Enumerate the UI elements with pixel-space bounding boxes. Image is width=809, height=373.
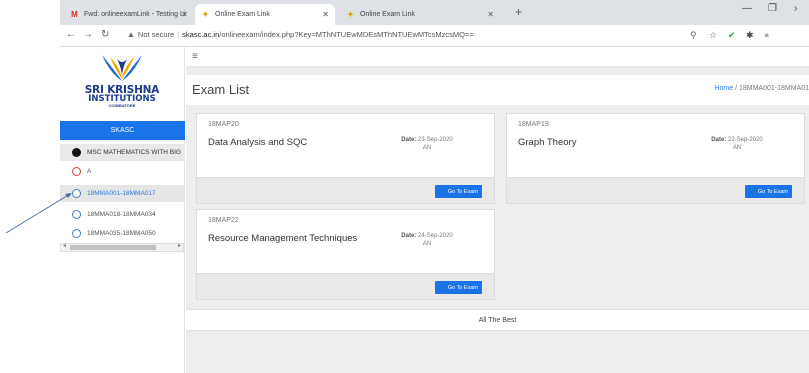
card-footer: 👤 Go To Exam: [197, 273, 494, 299]
new-tab-icon[interactable]: +: [515, 5, 522, 19]
tab-title: Online Exam Link: [360, 11, 415, 18]
button-label: Go To Exam: [447, 284, 478, 291]
exam-card: 18MAP19 Graph Theory Date: 22-Sep-2020 A…: [506, 113, 805, 204]
option-label: 18MMA018-18MMA034: [87, 211, 156, 218]
breadcrumb-home-link[interactable]: Home: [714, 85, 733, 92]
srikrishna-favicon: ✦: [347, 10, 354, 19]
institution-logo: SRI KRISHNA INSTITUTIONS COIMBATORE: [82, 53, 162, 108]
option-item-batch-3[interactable]: 18MMA035-18MMA050: [60, 225, 185, 242]
srikrishna-favicon: ✦: [202, 10, 209, 19]
session-value: AN: [422, 145, 432, 151]
radio-icon: [72, 167, 81, 176]
extensions-icon[interactable]: ✱: [746, 30, 754, 41]
close-tab-icon[interactable]: ✕: [322, 10, 329, 19]
exam-date: Date: 24-Sep-2020 AN: [387, 232, 467, 248]
exam-name: Data Analysis and SQC: [208, 137, 308, 148]
exam-card: 18MAP20 Data Analysis and SQC Date: 23-S…: [196, 113, 495, 204]
radio-icon: [72, 210, 81, 219]
close-tab-icon[interactable]: ✕: [487, 10, 494, 19]
minimize-icon[interactable]: —: [742, 3, 752, 14]
date-label: Date:: [401, 233, 417, 239]
breadcrumb-current: 18MMA001-18MMA01: [738, 85, 809, 92]
exam-date: Date: 23-Sep-2020 AN: [387, 136, 467, 152]
go-to-exam-button[interactable]: 👤 Go To Exam: [435, 185, 482, 198]
scroll-left-icon[interactable]: ◂: [63, 242, 66, 249]
button-label: Go To Exam: [757, 188, 788, 195]
user-icon: 👤: [749, 189, 757, 195]
option-label: A: [87, 168, 92, 175]
url-field[interactable]: ▲ Not secure | skasc.ac.in/onlineexam/index…: [127, 30, 474, 39]
exam-date: Date: 22-Sep-2020 AN: [697, 136, 777, 152]
go-to-exam-button[interactable]: 👤 Go To Exam: [435, 281, 482, 294]
main-content: ≡ Exam List Home / 18MMA001-18MMA01 18MA…: [186, 47, 809, 373]
not-secure-label: Not secure: [137, 30, 175, 39]
sidebar-horizontal-scrollbar[interactable]: ◂ ▸: [60, 243, 184, 252]
exam-code: 18MAP19: [518, 121, 549, 128]
session-value: AN: [732, 145, 742, 151]
radio-icon: [72, 229, 81, 238]
sidebar: SRI KRISHNA INSTITUTIONS COIMBATORE SKAS…: [60, 47, 185, 373]
zoom-icon[interactable]: ⚲: [690, 30, 697, 41]
exam-card: 18MAP22 Resource Management Techniques D…: [196, 209, 495, 300]
scrollbar-thumb[interactable]: [70, 245, 156, 250]
exam-name: Resource Management Techniques: [208, 233, 358, 244]
hamburger-menu-icon[interactable]: ≡: [192, 51, 198, 62]
browser-tab-exam[interactable]: ✦ Online Exam Link ✕: [340, 4, 500, 25]
forward-icon[interactable]: →: [83, 29, 93, 40]
date-value: 22-Sep-2020: [727, 137, 763, 143]
exam-code: 18MAP22: [208, 217, 239, 224]
check-extension-icon[interactable]: ✔: [728, 30, 736, 41]
logo-emblem-icon: [102, 55, 142, 81]
page-title: Exam List: [192, 82, 250, 97]
session-value: AN: [422, 241, 432, 247]
date-value: 24-Sep-2020: [417, 233, 453, 239]
gmail-icon: M: [71, 10, 78, 19]
reload-icon[interactable]: ↻: [101, 29, 109, 40]
option-item-a[interactable]: A: [60, 163, 185, 180]
date-value: 23-Sep-2020: [417, 137, 453, 143]
date-label: Date:: [711, 137, 727, 143]
browser-tab-gmail[interactable]: M Fwd: onlineexamLink - Testing Li ✕: [64, 4, 194, 25]
browser-tab-exam-active[interactable]: ✦ Online Exam Link ✕: [195, 4, 335, 25]
tab-title: Fwd: onlineexamLink - Testing Li: [84, 11, 186, 18]
restore-icon[interactable]: ❐: [768, 3, 777, 14]
card-footer: 👤 Go To Exam: [507, 177, 804, 203]
chevron-right-icon[interactable]: ›: [794, 3, 797, 14]
tab-title: Online Exam Link: [215, 11, 270, 18]
go-to-exam-button[interactable]: 👤 Go To Exam: [745, 185, 792, 198]
star-icon[interactable]: ☆: [709, 30, 717, 41]
profile-avatar-icon[interactable]: ●: [764, 30, 769, 40]
warning-icon: ▲: [127, 30, 135, 39]
department-item[interactable]: MSC MATHEMATICS WITH BIG: [60, 144, 185, 161]
back-icon[interactable]: ←: [66, 29, 76, 40]
date-label: Date:: [401, 137, 417, 143]
user-icon: 👤: [439, 285, 447, 291]
breadcrumb: Home / 18MMA001-18MMA01: [714, 85, 809, 92]
url-host: skasc.ac.in: [182, 30, 220, 39]
radio-icon: [72, 189, 81, 198]
close-tab-icon[interactable]: ✕: [181, 10, 188, 19]
card-footer: 👤 Go To Exam: [197, 177, 494, 203]
scroll-right-icon[interactable]: ▸: [178, 242, 181, 249]
user-icon: 👤: [439, 189, 447, 195]
browser-tab-strip: M Fwd: onlineexamLink - Testing Li ✕ ✦ O…: [60, 0, 809, 25]
department-label: MSC MATHEMATICS WITH BIG: [87, 149, 182, 156]
option-label: 18MMA001-18MMA017: [87, 190, 156, 197]
top-navbar: ≡: [186, 47, 809, 67]
exam-code: 18MAP20: [208, 121, 239, 128]
page-footer: All The Best: [186, 309, 809, 331]
browser-address-bar: ← → ↻ ▲ Not secure | skasc.ac.in/onlineexam…: [60, 25, 809, 47]
college-button[interactable]: SKASC: [60, 121, 185, 140]
breadcrumb-separator: /: [735, 85, 738, 92]
brand-subname: INSTITUTIONS: [88, 94, 156, 104]
option-label: 18MMA035-18MMA050: [87, 230, 156, 237]
page-header: Exam List Home / 18MMA001-18MMA01: [186, 75, 809, 105]
option-item-batch-1[interactable]: 18MMA001-18MMA017: [60, 185, 185, 202]
option-item-batch-2[interactable]: 18MMA018-18MMA034: [60, 206, 185, 223]
button-label: Go To Exam: [447, 188, 478, 195]
radio-filled-icon: [72, 148, 81, 157]
exam-name: Graph Theory: [518, 137, 577, 148]
url-path: /onlineexam/index.php?Key=MThNTUEwMDEsMT…: [219, 30, 474, 39]
